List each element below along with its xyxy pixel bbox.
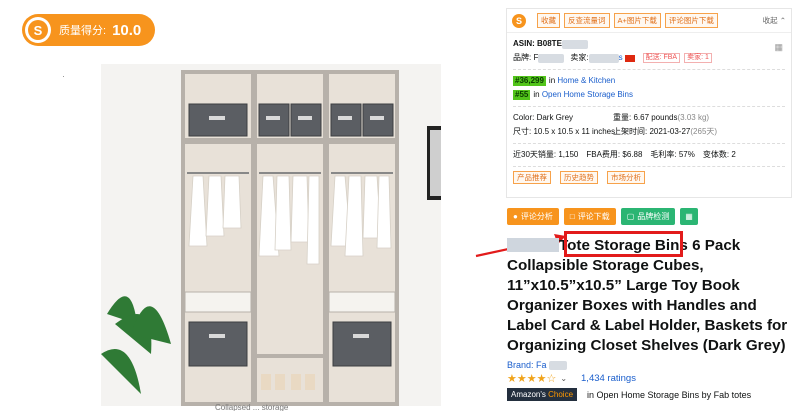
brand-check-button[interactable]: ▢ 品牌检测 [620,208,676,225]
review-analysis-button[interactable]: ● 评论分析 [507,208,559,225]
choice-suffix: Choice [548,390,574,399]
favorite-button[interactable]: 收藏 [537,13,560,28]
subrank-in: in [533,90,540,99]
plugin-toolbar: S 收藏 反查流量词 A+图片下载 评论图片下载 收起 ⌃ [507,9,791,33]
collapse-toggle[interactable]: 收起 ⌃ [763,15,786,26]
rank-in: in [548,76,556,85]
color-info: Color: Dark Grey [513,113,574,122]
rank-category-link[interactable]: Home & Kitchen [557,76,615,86]
grid-icon[interactable]: ▦ [774,42,783,53]
reverse-keyword-button[interactable]: 反查流量词 [564,13,610,28]
choice-by: by Fab totes [701,389,752,400]
choice-prefix: Amazon's [511,390,546,399]
redacted-title-start [507,238,559,252]
wardrobe-illustration [101,64,441,406]
aplus-image-download-button[interactable]: A+图片下载 [613,13,661,28]
product-recommend-button[interactable]: 产品推荐 [513,171,551,185]
size-info: 尺寸: 10.5 x 10.5 x 11 inches [513,127,616,136]
subrank-category-link[interactable]: Open Home Storage Bins [542,90,633,100]
delivery-tag: 配送: FBA [642,52,681,64]
seller-label: 卖家: [570,53,589,62]
weight-kg: (3.03 kg) [677,113,710,122]
launch-days: (265天) [690,127,718,136]
brand-link[interactable]: Brand: Fa [507,360,568,371]
calculator-button[interactable]: ▦ [680,208,698,225]
review-download-button[interactable]: □ 评论下载 [563,208,616,225]
plugin-panel: S 收藏 反查流量词 A+图片下载 评论图片下载 收起 ⌃ ▦ ASIN: B0… [506,8,792,198]
calculator-icon: ▦ [685,212,693,221]
rank-badge: #36,299 [513,76,546,86]
asin-label: ASIN: B08TE [513,39,562,48]
flag-icon [624,54,635,62]
redacted-asin [561,39,588,49]
choice-category[interactable]: in Open Home Storage Bins [587,390,699,400]
subrank-badge: #55 [513,90,531,100]
brand-check-label: 品牌检测 [637,212,670,221]
plugin-logo-icon: S [512,13,526,28]
choice-row: Amazon's Choice in Open Home Storage Bin… [507,388,751,401]
review-image-download-button[interactable]: 评论图片下载 [664,13,718,28]
rating-row: ★★★★☆ ⌄ 1,434 ratings [507,372,636,385]
redacted-brand-name [549,361,568,371]
redacted-seller [588,53,619,63]
seller-count-tag: 卖家: 1 [684,52,712,64]
chevron-down-icon[interactable]: ⌄ [560,374,567,383]
review-analysis-label: 评论分析 [520,212,553,221]
download-icon: □ [569,212,575,221]
weight-info: 重量: 6.67 pounds [613,113,678,122]
seller-suffix[interactable]: s [619,53,623,63]
quality-label: 质量得分: [59,25,107,37]
variant-count: 变体数: 2 [702,150,736,159]
quality-score: 10.0 [112,21,142,39]
quality-score-badge[interactable]: S 质量得分: 10.0 [22,14,156,46]
history-trend-button[interactable]: 历史趋势 [560,171,598,185]
highlight-box [564,231,683,257]
brand-label: 品牌: F [513,53,539,62]
redacted-brand [538,53,565,63]
ratings-link[interactable]: 1,434 ratings [581,373,636,384]
launch-date: 上架时间: 2021-03-27 [613,127,691,136]
fba-fee: FBA费用: $6.88 [586,150,643,159]
market-analysis-button[interactable]: 市场分析 [607,171,645,185]
brand-text: Brand: Fa [507,360,547,370]
logo-icon: S [25,17,51,43]
product-image[interactable] [101,64,441,406]
chat-icon: ● [513,212,518,221]
gross-margin: 毛利率: 57% [650,150,695,159]
star-rating[interactable]: ★★★★☆ [507,372,556,385]
image-caption: Collapsed ... storage [215,403,289,411]
tiny-mark: · [62,71,65,81]
check-icon: ▢ [626,212,635,221]
review-download-label: 评论下载 [577,212,610,221]
action-bar: ● 评论分析 □ 评论下载 ▢ 品牌检测 ▦ [507,208,698,225]
amazons-choice-badge: Amazon's Choice [507,388,578,401]
sales-30-days: 近30天销量: 1,150 [513,150,579,159]
